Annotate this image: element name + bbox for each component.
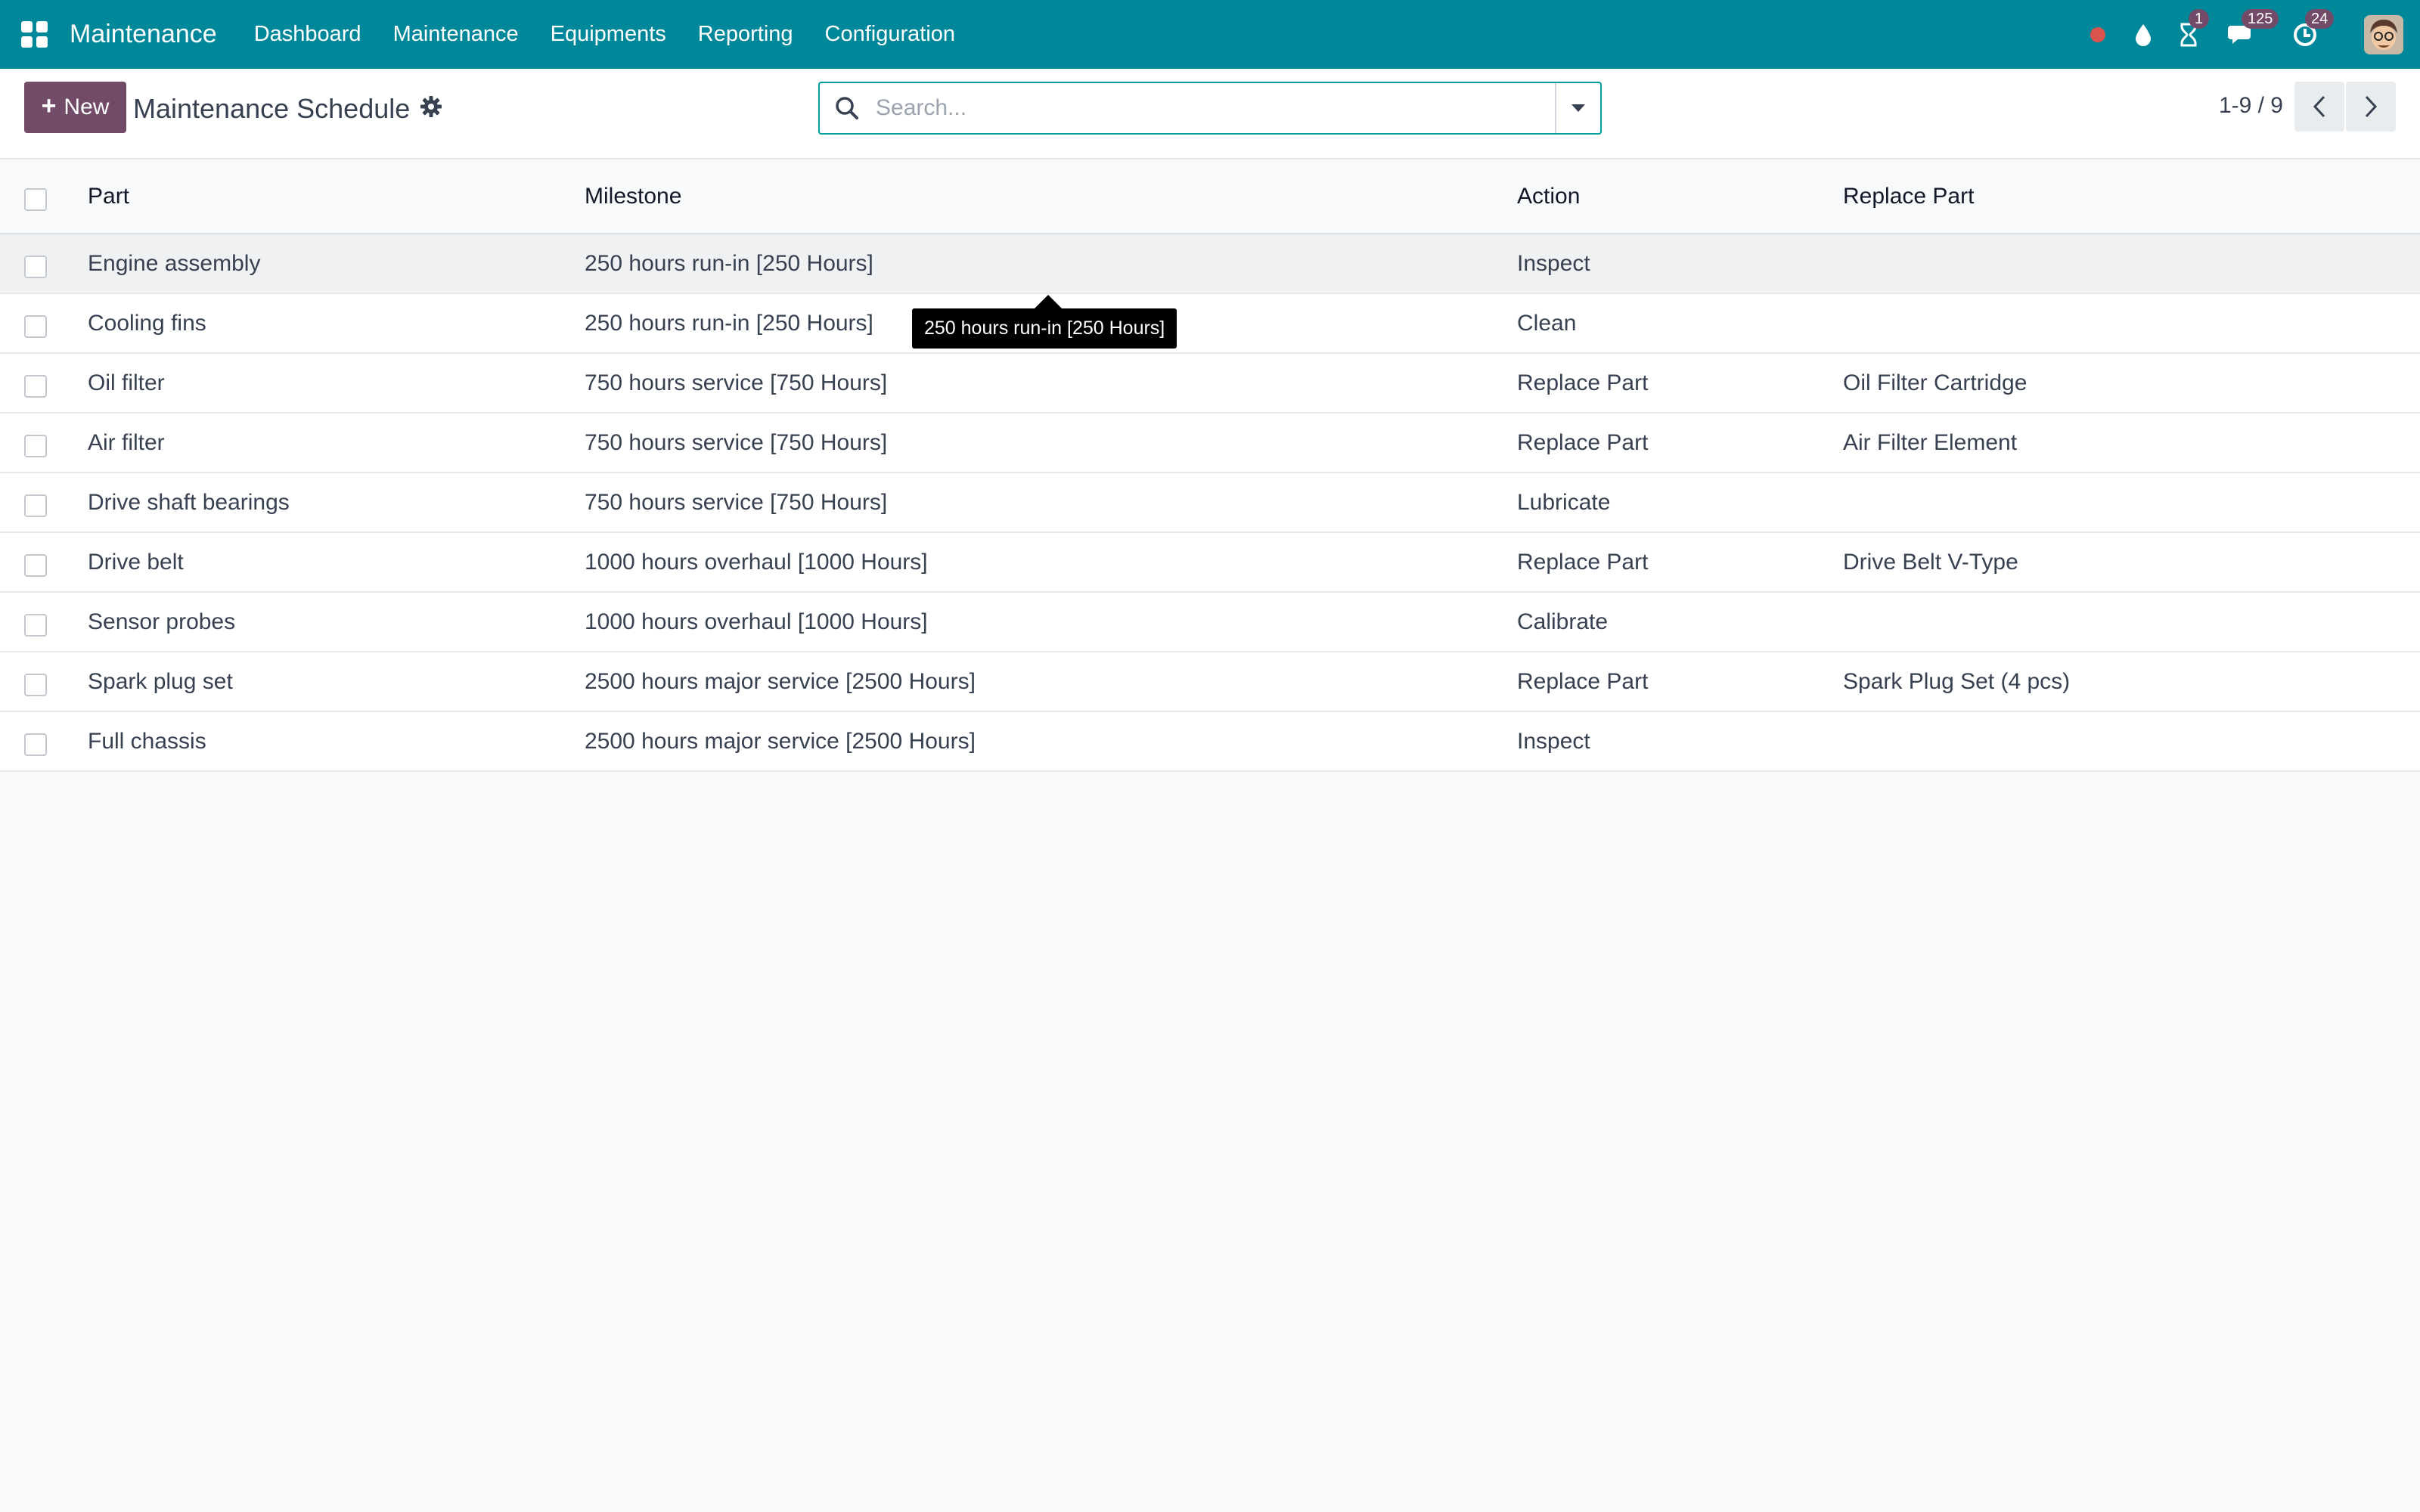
cell-milestone: 750 hours service [750 Hours] (585, 370, 888, 395)
table-row[interactable]: Cooling fins 250 hours run-in [250 Hours… (0, 294, 2420, 354)
cell-milestone: 2500 hours major service [2500 Hours] (585, 728, 976, 754)
cell-milestone: 250 hours run-in [250 Hours] (585, 250, 873, 276)
row-checkbox[interactable] (24, 255, 47, 278)
cell-action: Calibrate (1517, 609, 1609, 634)
cell-part: Sensor probes (88, 609, 236, 634)
table-row[interactable]: Drive belt 1000 hours overhaul [1000 Hou… (0, 533, 2420, 593)
table-row[interactable]: Oil filter 750 hours service [750 Hours]… (0, 354, 2420, 414)
cell-part: Air filter (88, 429, 165, 455)
cell-milestone: 1000 hours overhaul [1000 Hours] (585, 609, 928, 634)
chat-icon[interactable]: 125 (2226, 8, 2279, 50)
drop-icon[interactable] (2128, 20, 2158, 50)
pager-previous-button[interactable] (2294, 82, 2344, 132)
row-checkbox[interactable] (24, 613, 47, 637)
cell-action: Inspect (1517, 250, 1590, 276)
cell-part: Cooling fins (88, 310, 206, 336)
messages-badge: 125 (2242, 8, 2279, 29)
cell-part: Drive shaft bearings (88, 489, 290, 515)
cell-action: Replace Part (1517, 370, 1649, 395)
apps-grid-icon[interactable] (21, 20, 48, 48)
select-all-checkbox[interactable] (24, 188, 47, 211)
record-dot-icon[interactable] (2083, 20, 2113, 50)
column-header-part[interactable]: Part (88, 160, 129, 233)
cell-replace-part: Air Filter Element (1843, 429, 2018, 455)
cell-milestone: 1000 hours overhaul [1000 Hours] (585, 549, 928, 575)
row-checkbox[interactable] (24, 494, 47, 517)
cell-action: Replace Part (1517, 429, 1649, 455)
updates-badge: 24 (2305, 8, 2335, 29)
cell-part: Spark plug set (88, 668, 233, 694)
menu-dashboard[interactable]: Dashboard (254, 22, 361, 47)
cell-milestone: 750 hours service [750 Hours] (585, 489, 888, 515)
menu-maintenance[interactable]: Maintenance (393, 22, 519, 47)
cell-replace-part: Spark Plug Set (4 pcs) (1843, 668, 2071, 694)
table-row[interactable]: Full chassis 2500 hours major service [2… (0, 712, 2420, 772)
systray: 1 125 24 (2075, 0, 2420, 69)
clock-icon[interactable]: 24 (2290, 8, 2335, 50)
row-checkbox[interactable] (24, 434, 47, 457)
page-title: Maintenance Schedule (133, 93, 411, 124)
activity-badge: 1 (2189, 8, 2210, 29)
cell-action: Clean (1517, 310, 1577, 336)
menu-equipments[interactable]: Equipments (551, 22, 666, 47)
table-row[interactable]: Spark plug set 2500 hours major service … (0, 652, 2420, 712)
cell-action: Replace Part (1517, 668, 1649, 694)
row-checkbox[interactable] (24, 733, 47, 756)
cell-part: Full chassis (88, 728, 206, 754)
maintenance-schedule-list: Part Milestone Action Replace Part Engin… (0, 160, 2420, 772)
search-input[interactable] (876, 95, 1555, 121)
new-button[interactable]: + New (24, 82, 126, 133)
cell-action: Replace Part (1517, 549, 1649, 575)
column-header-replace-part[interactable]: Replace Part (1843, 160, 1974, 233)
menu-reporting[interactable]: Reporting (698, 22, 793, 47)
pager-next-button[interactable] (2346, 82, 2396, 132)
search-options-toggle[interactable] (1555, 83, 1600, 133)
cell-part: Drive belt (88, 549, 184, 575)
chevron-left-icon (2313, 95, 2325, 118)
control-panel: + New Maintenance Schedule 1-9 / 9 (0, 69, 2420, 160)
menu-configuration[interactable]: Configuration (825, 22, 956, 47)
app-brand[interactable]: Maintenance (70, 20, 217, 49)
table-row[interactable]: Drive shaft bearings 750 hours service [… (0, 473, 2420, 533)
search-icon (836, 97, 858, 119)
top-navbar: Maintenance Dashboard Maintenance Equipm… (0, 0, 2420, 69)
table-row[interactable]: Air filter 750 hours service [750 Hours]… (0, 414, 2420, 473)
row-checkbox[interactable] (24, 374, 47, 398)
gear-icon[interactable] (419, 94, 443, 119)
user-avatar[interactable] (2364, 14, 2403, 54)
cell-replace-part: Drive Belt V-Type (1843, 549, 2018, 575)
cell-action: Lubricate (1517, 489, 1611, 515)
cell-replace-part: Oil Filter Cartridge (1843, 370, 2028, 395)
cell-milestone: 2500 hours major service [2500 Hours] (585, 668, 976, 694)
caret-down-icon (1571, 104, 1585, 112)
plus-icon: + (41, 91, 57, 120)
new-button-label: New (64, 94, 110, 119)
milestone-tooltip: 250 hours run-in [250 Hours] (912, 295, 1177, 349)
search-bar (818, 82, 1602, 135)
table-row[interactable]: Engine assembly 250 hours run-in [250 Ho… (0, 234, 2420, 294)
cell-part: Engine assembly (88, 250, 261, 276)
cell-action: Inspect (1517, 728, 1590, 754)
column-header-milestone[interactable]: Milestone (585, 160, 681, 233)
cell-part: Oil filter (88, 370, 165, 395)
table-header: Part Milestone Action Replace Part (0, 160, 2420, 234)
cell-milestone: 750 hours service [750 Hours] (585, 429, 888, 455)
row-checkbox[interactable] (24, 673, 47, 696)
row-checkbox[interactable] (24, 553, 47, 577)
hourglass-icon[interactable]: 1 (2173, 8, 2210, 50)
row-checkbox[interactable] (24, 314, 47, 338)
cell-milestone: 250 hours run-in [250 Hours] (585, 310, 873, 336)
chevron-right-icon (2365, 95, 2378, 118)
pager-value[interactable]: 1-9 / 9 (2219, 93, 2283, 119)
column-header-action[interactable]: Action (1517, 160, 1580, 233)
table-row[interactable]: Sensor probes 1000 hours overhaul [1000 … (0, 593, 2420, 652)
